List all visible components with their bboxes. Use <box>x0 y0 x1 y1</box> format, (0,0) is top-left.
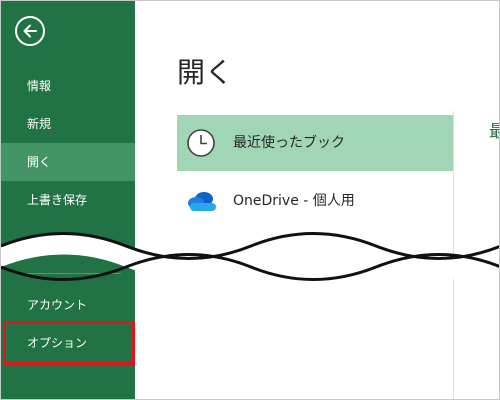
excel-backstage-window: 情報 新規 開く 上書き保存 アカウント オプション 開く 最近使ったブック O… <box>0 0 500 400</box>
torn-break-graphic <box>1 232 499 281</box>
